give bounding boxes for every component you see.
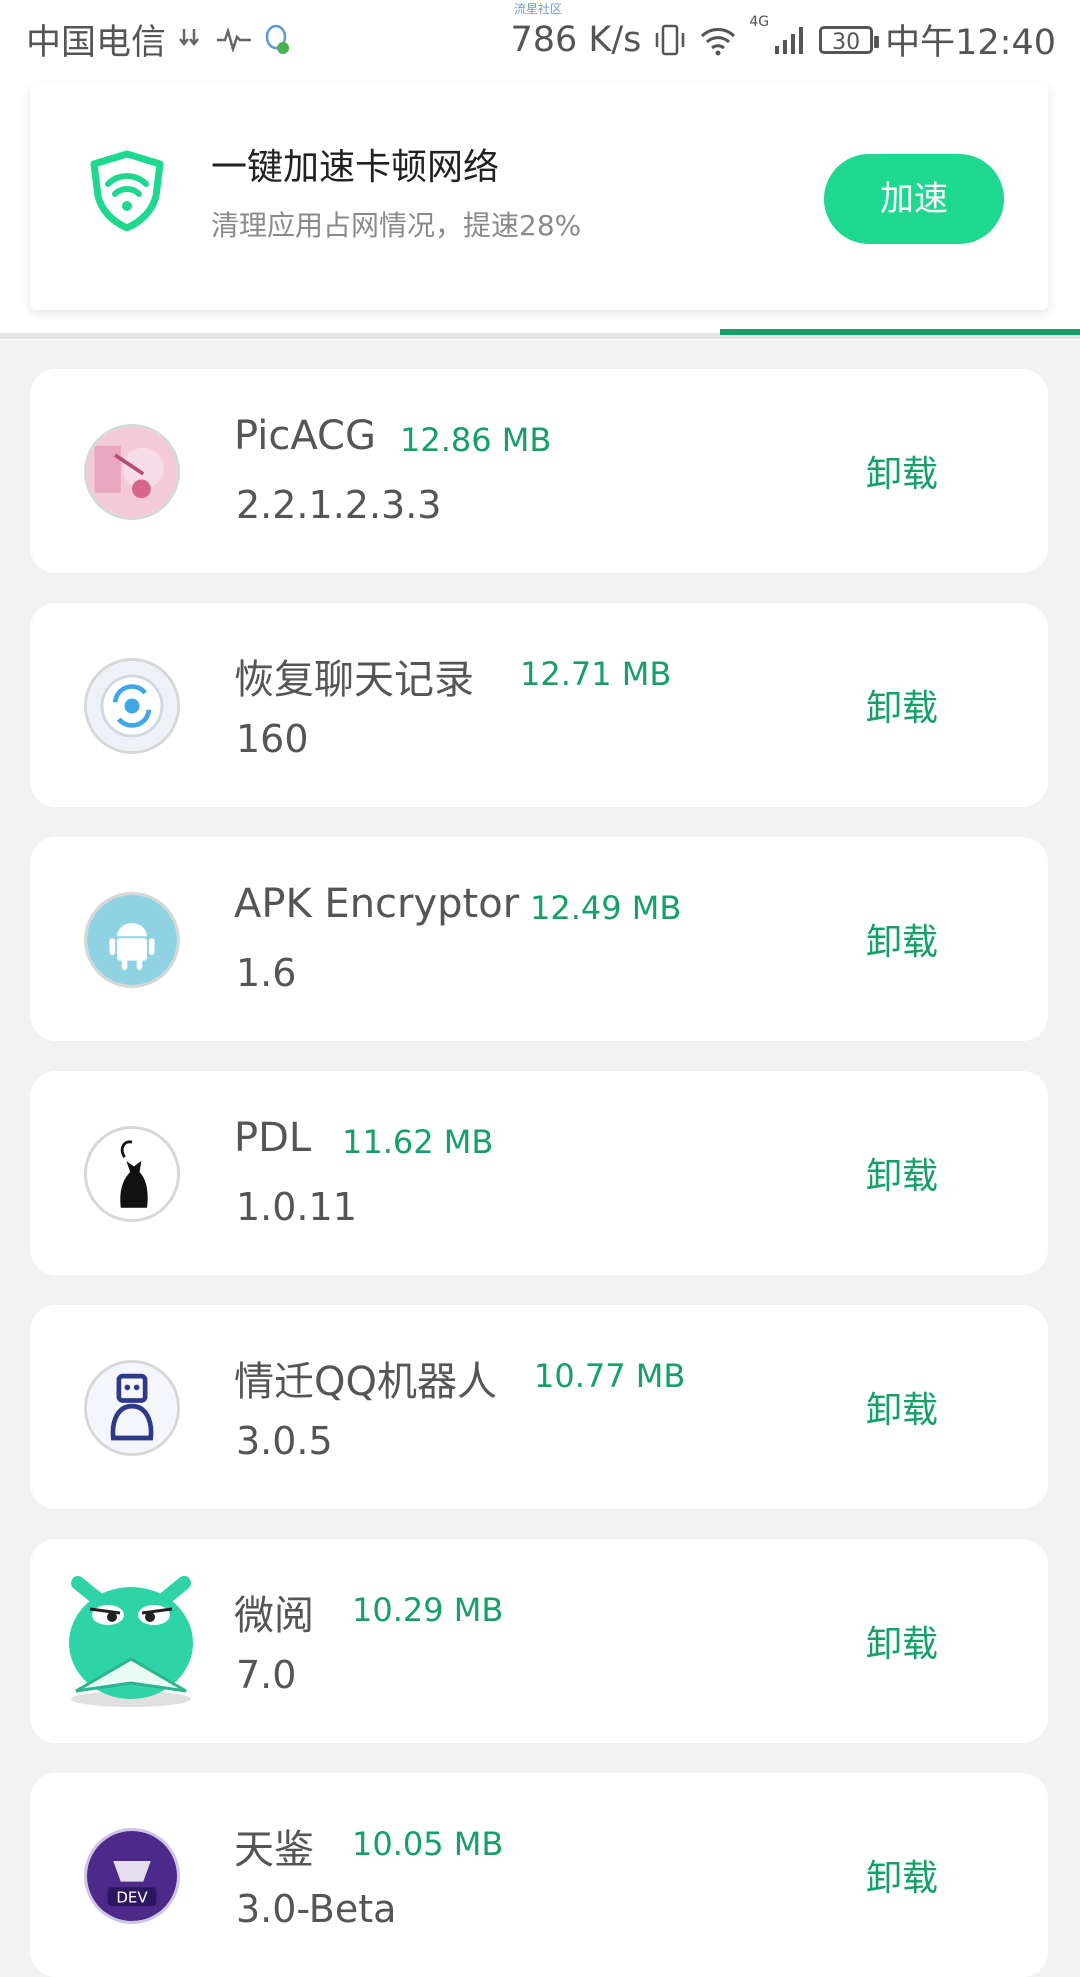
uninstall-button[interactable]: 卸载 <box>866 445 938 497</box>
download-icon <box>176 25 206 55</box>
clock: 中午12:40 <box>885 23 1056 63</box>
vibrate-icon <box>653 23 687 57</box>
recover-chat-icon <box>84 658 180 754</box>
app-row: DEV 天鉴 10.05 MB 3.0-Beta 卸载 <box>30 1773 1048 1977</box>
app-size: 12.49 MB <box>530 889 682 927</box>
picacg-icon <box>84 424 180 520</box>
app-version: 2.2.1.2.3.3 <box>236 483 442 527</box>
speedup-card: 一键加速卡顿网络 清理应用占网情况，提速28% 加速 <box>30 82 1048 310</box>
app-name: 天鉴 <box>234 1827 314 1873</box>
header-area: 一键加速卡顿网络 清理应用占网情况，提速28% 加速 <box>0 76 1080 340</box>
android-icon <box>84 892 180 988</box>
app-version: 160 <box>236 717 309 761</box>
app-name: 微阅 <box>234 1593 314 1639</box>
network-type: 4G <box>749 14 770 30</box>
dev-icon: DEV <box>84 1828 180 1924</box>
uninstall-button[interactable]: 卸载 <box>866 1615 938 1667</box>
app-row: PicACG 12.86 MB 2.2.1.2.3.3 卸载 <box>30 369 1048 573</box>
qq-notify-icon <box>262 23 292 57</box>
app-name: 恢复聊天记录 <box>234 657 474 703</box>
status-bar: 流星社区 中国电信 786 K/s 4G 30 中午12:40 <box>0 0 1080 76</box>
app-row: 微阅 10.29 MB 7.0 卸载 <box>30 1539 1048 1743</box>
shield-wifi-icon <box>88 150 166 232</box>
battery-icon: 30 <box>819 25 880 55</box>
network-speed: 786 K/s <box>510 19 642 60</box>
svg-text:DEV: DEV <box>116 1888 148 1906</box>
promo-title: 一键加速卡顿网络 <box>211 147 500 188</box>
app-row: APK Encryptor 12.49 MB 1.6 卸载 <box>30 837 1048 1041</box>
uninstall-button[interactable]: 卸载 <box>866 1849 938 1901</box>
app-version: 3.0.5 <box>236 1419 333 1463</box>
uninstall-button[interactable]: 卸载 <box>866 1381 938 1433</box>
wifi-icon <box>699 24 737 56</box>
signal-icon <box>773 24 807 56</box>
app-version: 1.0.11 <box>236 1185 357 1229</box>
uninstall-button[interactable]: 卸载 <box>866 1147 938 1199</box>
app-name: 情迁QQ机器人 <box>234 1359 497 1405</box>
uninstall-button[interactable]: 卸载 <box>866 679 938 731</box>
carrier-label: 中国电信 <box>26 23 167 63</box>
app-version: 3.0-Beta <box>236 1887 397 1931</box>
app-row: 情迁QQ机器人 10.77 MB 3.0.5 卸载 <box>30 1305 1048 1509</box>
app-size: 10.29 MB <box>352 1591 504 1629</box>
app-name: PicACG <box>234 413 376 459</box>
uninstall-button[interactable]: 卸载 <box>866 913 938 965</box>
tab-indicator <box>720 329 1080 335</box>
app-name: PDL <box>234 1115 312 1161</box>
app-version: 7.0 <box>236 1653 297 1697</box>
app-version: 1.6 <box>236 951 297 995</box>
robot-icon <box>84 1360 180 1456</box>
app-row: 恢复聊天记录 12.71 MB 160 卸载 <box>30 603 1048 807</box>
promo-subtitle: 清理应用占网情况，提速28% <box>211 209 582 242</box>
speedup-button[interactable]: 加速 <box>824 154 1004 244</box>
app-size: 10.77 MB <box>534 1357 686 1395</box>
app-size: 11.62 MB <box>342 1123 494 1161</box>
app-row: PDL 11.62 MB 1.0.11 卸载 <box>30 1071 1048 1275</box>
app-name: APK Encryptor <box>234 881 520 927</box>
weiyue-monster-icon <box>56 1563 206 1711</box>
pulse-icon <box>216 27 252 52</box>
app-size: 12.71 MB <box>520 655 672 693</box>
black-cat-icon <box>84 1126 180 1222</box>
app-size: 10.05 MB <box>352 1825 504 1863</box>
app-size: 12.86 MB <box>400 421 552 459</box>
